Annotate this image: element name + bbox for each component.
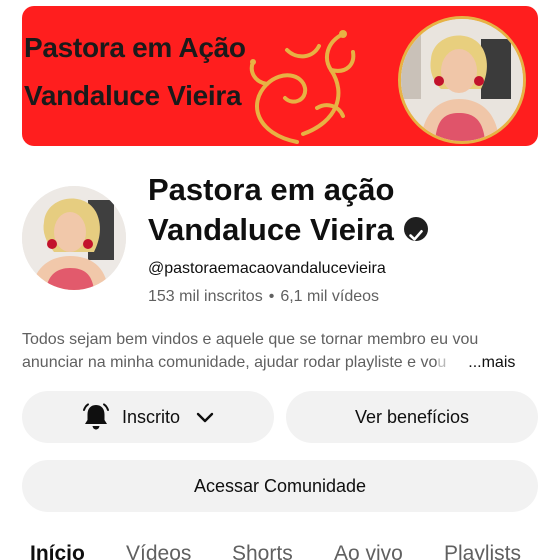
- stats-separator: •: [268, 288, 275, 305]
- channel-title: Pastora em ação Vandaluce Vieira: [148, 170, 548, 250]
- community-label: Acessar Comunidade: [193, 475, 367, 496]
- verified-badge-icon: [403, 216, 428, 241]
- gold-ornament-icon: [249, 30, 356, 144]
- access-community-button[interactable]: Acessar Comunidade: [22, 460, 538, 512]
- view-benefits-button[interactable]: Ver benefícios: [286, 391, 538, 443]
- more-link[interactable]: ...mais: [468, 354, 515, 371]
- subscribed-label: Inscrito: [121, 406, 181, 427]
- channel-banner: Pastora em Ação Vandaluce Vieira: [22, 6, 538, 146]
- banner-title-line1: Pastora em Ação: [24, 32, 246, 63]
- tab-live[interactable]: Ao vivo: [334, 542, 403, 560]
- tab-playlists[interactable]: Playlists: [444, 542, 521, 560]
- subscribed-button[interactable]: Inscrito: [22, 391, 274, 443]
- banner-title-line2: Vandaluce Vieira: [24, 80, 242, 111]
- bell-icon: [82, 403, 109, 430]
- channel-title-line1: Pastora em ação: [148, 172, 395, 207]
- subscriber-count: 153 mil inscritos: [148, 288, 263, 305]
- chevron-down-icon: [196, 412, 214, 423]
- benefits-label: Ver benefícios: [354, 406, 470, 427]
- description-line1: Todos sejam bem vindos e aquele que se t…: [22, 331, 479, 348]
- channel-handle: @pastoraemacaovandalucevieira: [148, 260, 386, 277]
- video-count: 6,1 mil vídeos: [280, 288, 380, 305]
- tab-videos[interactable]: Vídeos: [126, 542, 191, 560]
- banner-portrait-photo: [398, 16, 526, 144]
- channel-avatar[interactable]: [22, 186, 126, 290]
- channel-stats: 153 mil inscritos • 6,1 mil vídeos: [148, 288, 379, 306]
- description-faded: u: [437, 354, 447, 371]
- description-line2: anunciar na minha comunidade, ajudar rod…: [22, 354, 438, 371]
- channel-tabs: Início Vídeos Shorts Ao vivo Playlists: [0, 540, 560, 560]
- channel-title-line2: Vandaluce Vieira: [148, 212, 394, 247]
- channel-description[interactable]: Todos sejam bem vindos e aquele que se t…: [22, 328, 542, 374]
- tab-shorts[interactable]: Shorts: [232, 542, 293, 560]
- tab-home[interactable]: Início: [30, 542, 85, 560]
